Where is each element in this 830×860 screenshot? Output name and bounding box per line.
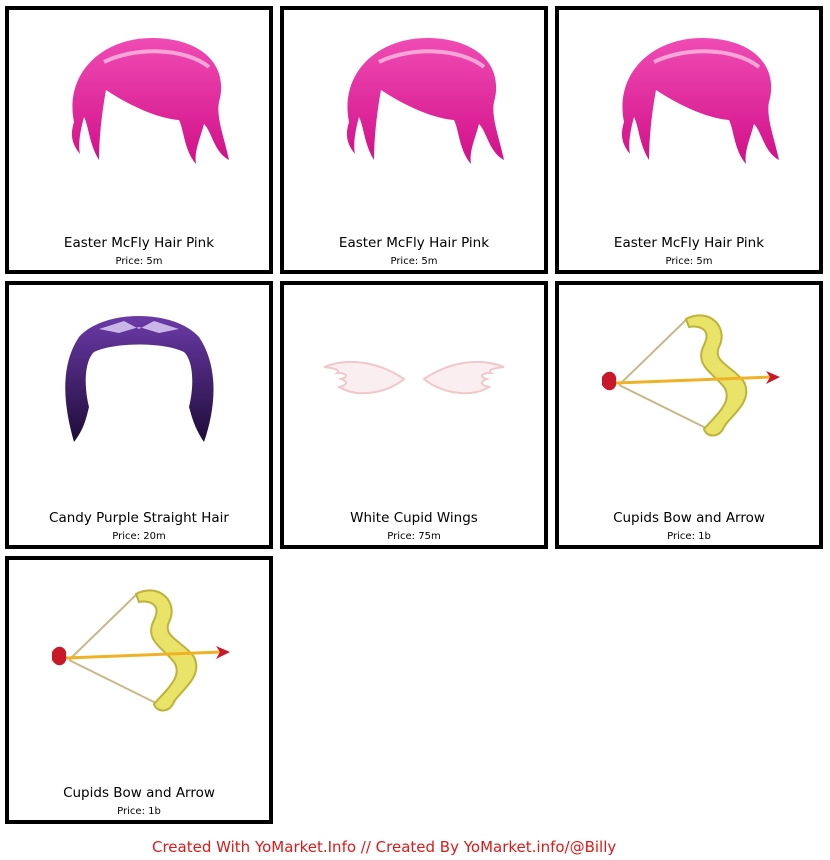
item-image: [9, 285, 269, 485]
item-price: Price: 1b: [117, 806, 161, 817]
item-name: White Cupid Wings: [350, 510, 478, 526]
item-image: [559, 285, 819, 485]
item-image: [9, 10, 269, 210]
cupid-wings-icon: [323, 360, 505, 395]
item-image: [284, 285, 544, 485]
bow-and-arrow-icon: [602, 314, 780, 437]
item-card[interactable]: Candy Purple Straight Hair Price: 20m: [5, 281, 273, 549]
pink-hair-icon: [71, 37, 229, 164]
item-name: Easter McFly Hair Pink: [338, 235, 490, 251]
item-price: Price: 75m: [387, 531, 441, 542]
item-card[interactable]: Cupids Bow and Arrow Price: 1b: [5, 556, 273, 824]
item-price: Price: 5m: [665, 256, 713, 267]
item-name: Cupids Bow and Arrow: [63, 785, 215, 801]
item-card[interactable]: Easter McFly Hair Pink Price: 5m: [280, 6, 548, 274]
item-image: [9, 560, 269, 760]
pink-hair-icon: [621, 37, 779, 164]
item-price: Price: 5m: [390, 256, 438, 267]
item-price: Price: 1b: [667, 531, 711, 542]
item-name: Cupids Bow and Arrow: [613, 510, 765, 526]
item-name: Easter McFly Hair Pink: [63, 235, 215, 251]
item-card[interactable]: White Cupid Wings Price: 75m: [280, 281, 548, 549]
item-price: Price: 5m: [115, 256, 163, 267]
item-image: [284, 10, 544, 210]
item-name: Candy Purple Straight Hair: [49, 510, 229, 526]
bow-and-arrow-icon: [52, 589, 230, 712]
item-image: [559, 10, 819, 210]
item-name: Easter McFly Hair Pink: [613, 235, 765, 251]
item-card[interactable]: Easter McFly Hair Pink Price: 5m: [5, 6, 273, 274]
item-card[interactable]: Cupids Bow and Arrow Price: 1b: [555, 281, 823, 549]
purple-hair-icon: [65, 316, 214, 442]
pink-hair-icon: [346, 37, 504, 164]
footer-credit[interactable]: Created With YoMarket.Info // Created By…: [152, 838, 616, 856]
item-price: Price: 20m: [112, 531, 166, 542]
item-card[interactable]: Easter McFly Hair Pink Price: 5m: [555, 6, 823, 274]
